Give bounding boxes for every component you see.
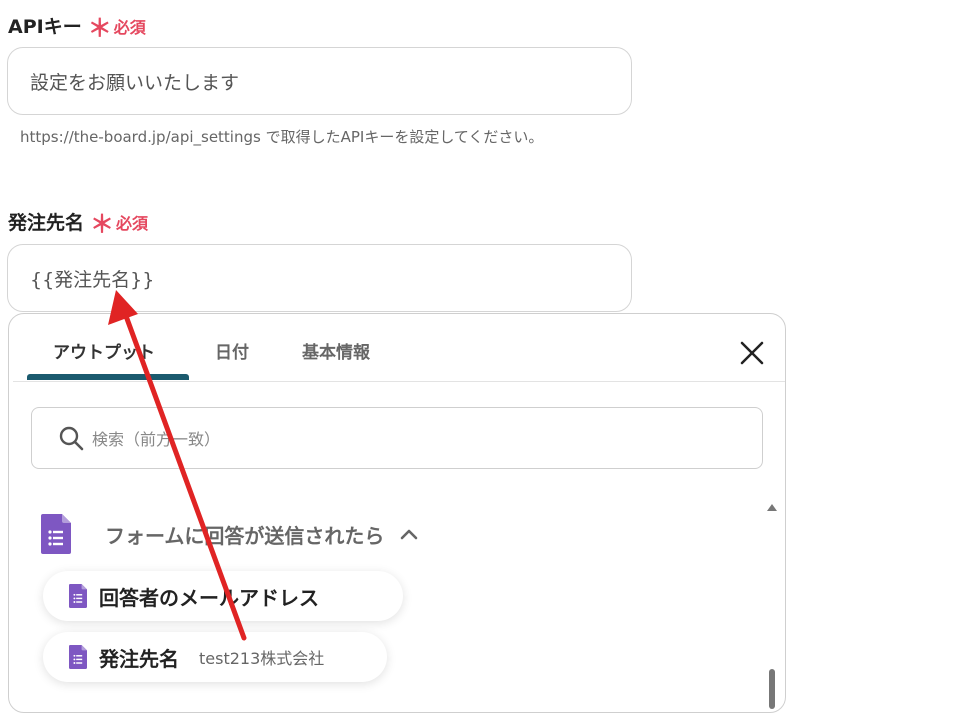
- tab-basic-info[interactable]: 基本情報: [302, 338, 370, 363]
- scroll-thumb: [769, 669, 775, 709]
- chevron-up-icon: [401, 529, 418, 540]
- item-label: 回答者のメールアドレス: [99, 585, 319, 610]
- vendor-name-value: {{発注先名}}: [30, 268, 155, 291]
- vendor-name-input[interactable]: {{発注先名}}: [7, 244, 632, 312]
- api-key-label-row: APIキー ＊ 必須: [8, 8, 146, 43]
- close-button[interactable]: [737, 338, 767, 368]
- vendor-name-label: 発注先名: [8, 212, 85, 234]
- google-forms-icon: [69, 645, 87, 669]
- api-key-label: APIキー: [8, 16, 82, 38]
- api-key-input[interactable]: 設定をお願いいたします: [7, 47, 632, 115]
- required-badge: 必須: [113, 17, 146, 37]
- output-picker-panel: アウトプット 日付 基本情報 検索（前方一致） フォームに回答が送信されたら 回…: [8, 313, 786, 713]
- search-input[interactable]: 検索（前方一致）: [31, 407, 763, 469]
- section-form-submitted[interactable]: フォームに回答が送信されたら: [41, 512, 418, 556]
- google-forms-icon: [41, 514, 71, 554]
- api-key-value: 設定をお願いいたします: [30, 71, 240, 94]
- search-icon: [59, 426, 84, 451]
- scroll-up-arrow: [767, 504, 777, 511]
- item-label: 発注先名: [99, 646, 179, 671]
- api-key-help-text: https://the-board.jp/api_settings で取得したA…: [20, 128, 544, 146]
- vendor-name-label-row: 発注先名 ＊ 必須: [8, 204, 148, 239]
- active-tab-indicator: [27, 374, 189, 380]
- scrollbar[interactable]: [764, 499, 780, 712]
- search-placeholder: 検索（前方一致）: [92, 430, 221, 449]
- required-star: ＊: [87, 14, 112, 42]
- required-star: ＊: [90, 210, 115, 238]
- google-forms-icon: [69, 584, 87, 608]
- section-title: フォームに回答が送信されたら: [105, 523, 385, 548]
- close-icon: [740, 341, 764, 365]
- required-badge: 必須: [116, 213, 149, 233]
- tab-output[interactable]: アウトプット: [53, 338, 155, 363]
- tab-date[interactable]: 日付: [215, 338, 249, 363]
- tab-divider: [13, 381, 785, 382]
- list-item[interactable]: 発注先名 test213株式会社: [43, 632, 387, 682]
- item-value: test213株式会社: [199, 649, 325, 668]
- list-item[interactable]: 回答者のメールアドレス: [43, 571, 403, 621]
